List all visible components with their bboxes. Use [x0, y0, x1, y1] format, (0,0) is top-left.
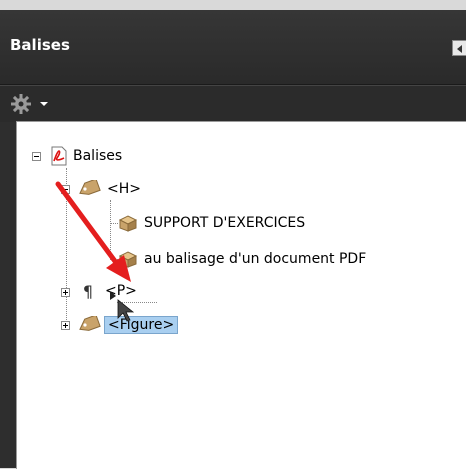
options-menu-button[interactable]	[10, 94, 50, 114]
tag-icon	[79, 180, 101, 195]
tree-item-root[interactable]: Balises	[51, 145, 122, 167]
tree-item-content[interactable]: SUPPORT D'EXERCICES	[118, 212, 305, 234]
triangle-left-icon	[457, 45, 462, 53]
content-box-icon	[118, 251, 138, 268]
paragraph-icon: ¶	[82, 281, 94, 301]
gear-icon	[11, 94, 31, 114]
collapse-h-toggle[interactable]	[61, 185, 70, 194]
tree-item-label-selected: <Figure>	[104, 316, 179, 334]
expand-p-toggle[interactable]	[61, 288, 70, 297]
tree-item-p[interactable]: ¶ <P>	[77, 280, 137, 302]
panel-toolbar	[0, 85, 466, 122]
tree-connector-line	[110, 200, 111, 260]
tag-icon	[79, 316, 101, 331]
tree-connector-line	[110, 259, 118, 260]
content-box-icon	[118, 215, 138, 232]
expand-figure-toggle[interactable]	[61, 321, 70, 330]
tree-item-content[interactable]: au balisage d'un document PDF	[118, 248, 366, 270]
tree-item-label: SUPPORT D'EXERCICES	[144, 215, 306, 231]
tree-item-figure[interactable]: <Figure>	[77, 314, 179, 336]
tree-item-h[interactable]: <H>	[77, 178, 141, 200]
drop-target-line	[117, 302, 157, 303]
tree-item-label: au balisage d'un document PDF	[144, 251, 367, 267]
pdf-document-icon	[51, 146, 67, 166]
tree-item-label: <H>	[107, 181, 141, 197]
tree-item-label: <P>	[105, 283, 137, 299]
tree-item-label: Balises	[73, 148, 123, 164]
panel-header: Balises	[0, 10, 466, 85]
panel-title: Balises	[10, 36, 70, 54]
chevron-down-icon	[40, 102, 48, 106]
tags-tree: Balises <H> SUPPORT D'EXERCICES au balis…	[16, 121, 466, 469]
tree-connector-line	[110, 223, 118, 224]
collapse-root-toggle[interactable]	[32, 152, 41, 161]
collapse-panel-button[interactable]	[452, 40, 466, 56]
